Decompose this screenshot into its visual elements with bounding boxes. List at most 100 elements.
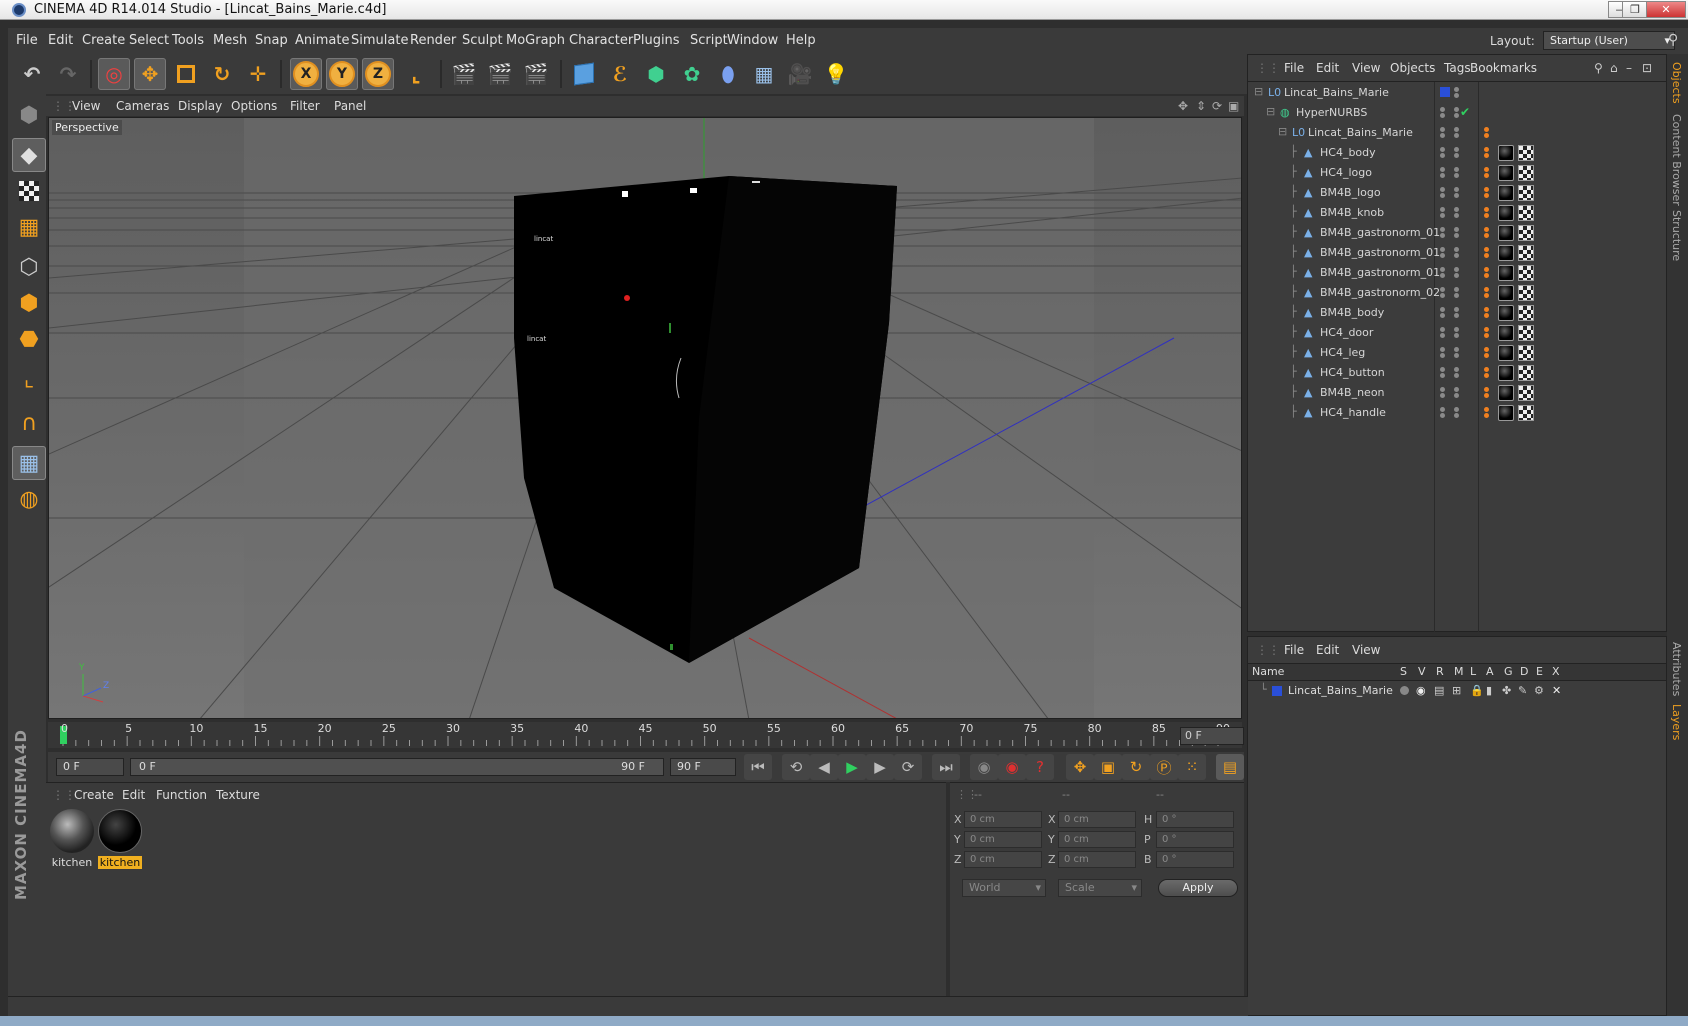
phong-tag-icon[interactable] <box>1484 147 1492 159</box>
timeline-ruler[interactable]: 051015202530354045505560657075808590 <box>48 722 1242 748</box>
cube-primitive-icon[interactable] <box>568 58 600 90</box>
object-menu-edit[interactable]: Edit <box>1316 61 1339 75</box>
uvw-tag-icon[interactable] <box>1518 385 1534 401</box>
visibility-dots-icon[interactable] <box>1440 387 1446 399</box>
material-tag-icon[interactable] <box>1498 305 1514 321</box>
object-name[interactable]: BM4B_neon <box>1320 386 1385 399</box>
key-rotation-icon[interactable]: ↻ <box>1122 754 1150 780</box>
uvw-tag-icon[interactable] <box>1518 165 1534 181</box>
object-menu-objects[interactable]: Objects <box>1390 61 1435 75</box>
uvw-tag-icon[interactable] <box>1518 325 1534 341</box>
object-row[interactable]: ├ ▲ BM4B_gastronorm_01 <box>1248 223 1666 243</box>
object-row[interactable]: ├ ▲ BM4B_body <box>1248 303 1666 323</box>
layer-color-swatch[interactable] <box>1272 686 1282 696</box>
layer-color-swatch[interactable] <box>1440 87 1450 97</box>
object-row[interactable]: ├ ▲ HC4_handle <box>1248 403 1666 423</box>
material-tag-icon[interactable] <box>1498 345 1514 361</box>
material-label[interactable]: kitchen <box>50 856 94 869</box>
redo-icon[interactable]: ↷ <box>52 58 84 90</box>
texture-mode-icon[interactable] <box>12 174 46 208</box>
object-name[interactable]: HyperNURBS <box>1296 106 1367 119</box>
viewport-menu-panel[interactable]: Panel <box>334 99 366 113</box>
uvw-tag-icon[interactable] <box>1518 265 1534 281</box>
key-position-icon[interactable]: ✥ <box>1066 754 1094 780</box>
phong-tag-icon[interactable] <box>1484 327 1492 339</box>
apply-button[interactable]: Apply <box>1158 879 1238 897</box>
key-scale-icon[interactable]: ▣ <box>1094 754 1122 780</box>
object-row[interactable]: ├ ▲ HC4_body <box>1248 143 1666 163</box>
layer-name[interactable]: Lincat_Bains_Marie <box>1288 684 1393 697</box>
rot-b-input[interactable]: 0 ° <box>1156 851 1234 868</box>
material-menu-function[interactable]: Function <box>156 788 207 802</box>
menu-create[interactable]: Create <box>82 33 125 48</box>
phong-tag-icon[interactable] <box>1484 207 1492 219</box>
material-tag-icon[interactable] <box>1498 225 1514 241</box>
x-axis-lock-button[interactable]: X <box>290 58 322 90</box>
start-frame-field[interactable]: 0 F <box>56 758 124 776</box>
tab-objects[interactable]: Objects <box>1670 62 1683 104</box>
object-row[interactable]: ├ ▲ HC4_door <box>1248 323 1666 343</box>
material-swatch-kitchen-1[interactable] <box>50 809 94 853</box>
key-parameter-icon[interactable]: Ⓟ <box>1150 754 1178 780</box>
live-selection-icon[interactable]: ◎ <box>98 58 130 90</box>
uvw-tag-icon[interactable] <box>1518 245 1534 261</box>
workplane-mode-icon[interactable]: ▦ <box>12 210 46 244</box>
object-row[interactable]: ├ ▲ BM4B_gastronorm_01 <box>1248 263 1666 283</box>
layer-menu-edit[interactable]: Edit <box>1316 643 1339 657</box>
keyframe-selection-icon[interactable]: ? <box>1026 754 1054 780</box>
render-dots-icon[interactable] <box>1454 387 1460 399</box>
key-point-level-icon[interactable]: ⁙ <box>1178 754 1206 780</box>
search-icon[interactable]: ⚲ <box>1668 32 1678 48</box>
uvw-tag-icon[interactable] <box>1518 365 1534 381</box>
phong-tag-icon[interactable] <box>1484 307 1492 319</box>
render-dots-icon[interactable] <box>1454 247 1460 259</box>
lock-icon[interactable]: 🔒 <box>1470 684 1484 697</box>
rotate-icon[interactable]: ↻ <box>206 58 238 90</box>
phong-tag-icon[interactable] <box>1484 167 1492 179</box>
phong-tag-icon[interactable] <box>1484 267 1492 279</box>
visibility-dots-icon[interactable] <box>1440 227 1446 239</box>
material-tag-icon[interactable] <box>1498 285 1514 301</box>
menu-mesh[interactable]: Mesh <box>213 33 247 48</box>
size-x-input[interactable]: 0 cm <box>1058 811 1136 828</box>
material-menu-texture[interactable]: Texture <box>216 788 260 802</box>
render-dots-icon[interactable] <box>1454 367 1460 379</box>
menu-animate[interactable]: Animate <box>295 33 349 48</box>
pos-y-input[interactable]: 0 cm <box>964 831 1042 848</box>
render-dots-icon[interactable] <box>1454 87 1460 99</box>
object-name[interactable]: BM4B_knob <box>1320 206 1384 219</box>
visibility-dots-icon[interactable] <box>1440 147 1446 159</box>
object-name[interactable]: HC4_button <box>1320 366 1385 379</box>
axis-mode-icon[interactable]: ⌞ <box>12 362 46 396</box>
previous-frame-icon[interactable]: ◀ <box>810 754 838 780</box>
phong-tag-icon[interactable] <box>1484 407 1492 419</box>
uvw-tag-icon[interactable] <box>1518 405 1534 421</box>
tree-expander[interactable]: ⊟ <box>1254 85 1263 98</box>
viewport-menu-filter[interactable]: Filter <box>290 99 320 113</box>
pos-z-input[interactable]: 0 cm <box>964 851 1042 868</box>
menu-select[interactable]: Select <box>129 33 169 48</box>
visibility-dots-icon[interactable] <box>1440 327 1446 339</box>
light-icon[interactable]: 💡 <box>820 58 852 90</box>
move-icon[interactable]: ✥ <box>134 58 166 90</box>
search-icon[interactable]: ⚲ <box>1594 61 1603 75</box>
phong-tag-icon[interactable] <box>1484 347 1492 359</box>
perspective-viewport[interactable]: lincat lincat Y Z Perspective <box>48 117 1242 719</box>
generator-icon[interactable]: ✤ <box>1502 684 1511 697</box>
object-row[interactable]: ├ ▲ HC4_logo <box>1248 163 1666 183</box>
animation-film-icon[interactable]: ▮ <box>1486 684 1492 697</box>
menu-file[interactable]: File <box>16 33 38 48</box>
deformer-icon[interactable]: ⬮ <box>712 58 744 90</box>
visibility-dots-icon[interactable] <box>1440 207 1446 219</box>
uvw-tag-icon[interactable] <box>1518 145 1534 161</box>
viewport-toggle-icon[interactable]: ▣ <box>1228 99 1239 113</box>
visibility-dots-icon[interactable] <box>1440 107 1446 119</box>
material-label-selected[interactable]: kitchen <box>98 856 142 869</box>
object-row[interactable]: ├ ▲ HC4_leg <box>1248 343 1666 363</box>
tree-expander[interactable]: ⊟ <box>1278 125 1287 138</box>
object-name[interactable]: Lincat_Bains_Marie <box>1308 126 1413 139</box>
coordinate-system-icon[interactable]: ⌞ <box>400 58 432 90</box>
render-dots-icon[interactable] <box>1454 167 1460 179</box>
viewport-pan-icon[interactable]: ✥ <box>1178 99 1188 113</box>
menu-snap[interactable]: Snap <box>255 33 288 48</box>
